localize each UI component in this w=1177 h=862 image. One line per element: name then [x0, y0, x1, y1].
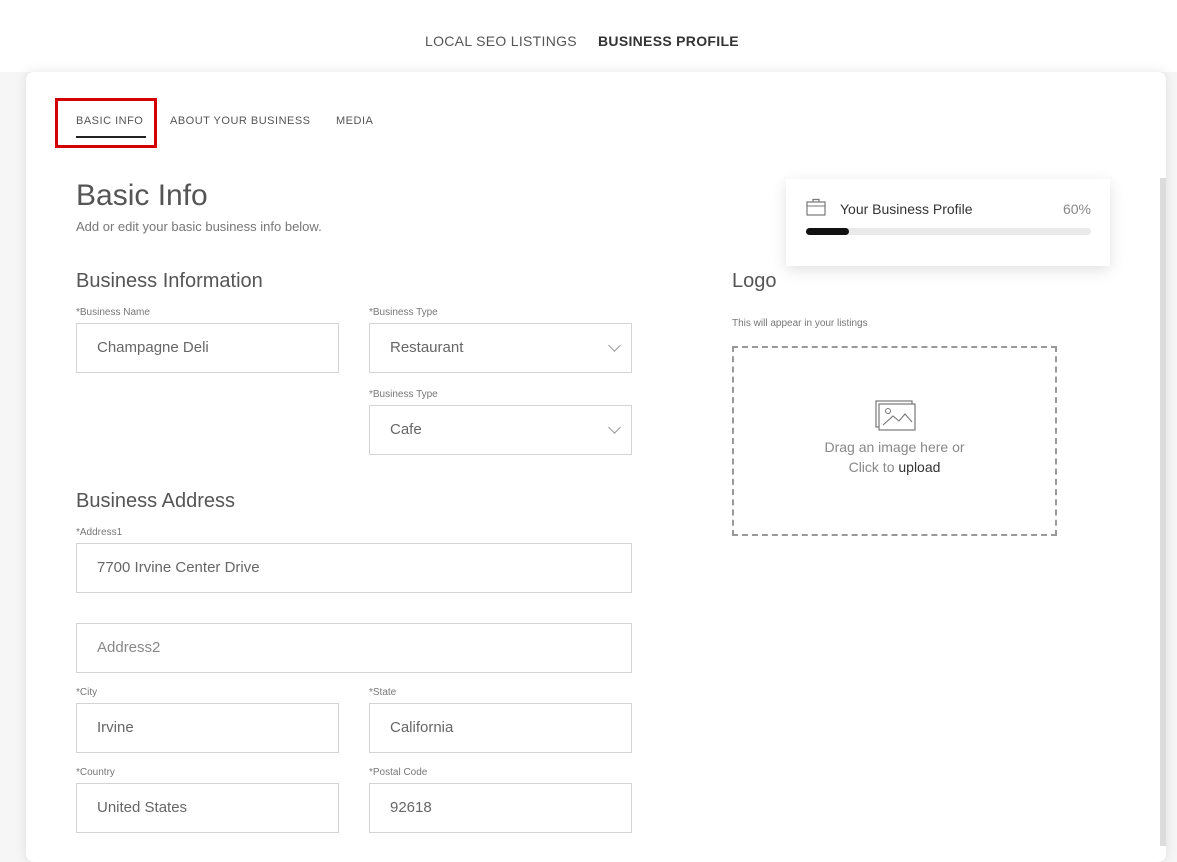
postal-code-label: *Postal Code: [369, 767, 428, 778]
chevron-down-icon: [608, 421, 621, 434]
business-information-heading: Business Information: [76, 270, 263, 292]
business-name-field[interactable]: Champagne Deli: [76, 323, 339, 373]
state-label: *State: [369, 687, 397, 698]
postal-code-field[interactable]: 92618: [369, 783, 632, 833]
business-type-2-select[interactable]: Cafe: [369, 405, 632, 455]
profile-progress-track: [806, 228, 1091, 235]
country-label: *Country: [76, 767, 115, 778]
country-field[interactable]: United States: [76, 783, 339, 833]
page-subtitle: Add or edit your basic business info bel…: [76, 219, 322, 234]
city-field[interactable]: Irvine: [76, 703, 339, 753]
chevron-down-icon: [608, 339, 621, 352]
logo-subtitle: This will appear in your listings: [732, 318, 868, 329]
top-navigation: LOCAL SEO LISTINGS BUSINESS PROFILE: [0, 0, 1177, 72]
business-type-label: *Business Type: [369, 307, 438, 318]
profile-progress-fill: [806, 228, 849, 235]
profile-progress-title: Your Business Profile: [840, 201, 973, 217]
dropzone-click-line: Click to upload: [734, 459, 1055, 475]
state-field[interactable]: California: [369, 703, 632, 753]
profile-progress-card[interactable]: Your Business Profile 60%: [786, 179, 1110, 266]
highlight-annotation-box: [55, 98, 157, 148]
scrollbar[interactable]: [1160, 178, 1166, 846]
business-type-2-value: Cafe: [390, 421, 422, 438]
tab-media[interactable]: MEDIA: [336, 115, 373, 127]
profile-progress-percent: 60%: [1062, 201, 1091, 217]
logo-heading: Logo: [732, 270, 777, 292]
business-type-select[interactable]: Restaurant: [369, 323, 632, 373]
logo-upload-dropzone[interactable]: Drag an image here or Click to upload: [732, 346, 1057, 536]
business-name-label: *Business Name: [76, 307, 150, 318]
business-type-2-label: *Business Type: [369, 389, 438, 400]
briefcase-icon: [806, 198, 826, 216]
upload-link[interactable]: upload: [898, 459, 940, 475]
business-type-value: Restaurant: [390, 339, 464, 356]
image-icon: [875, 400, 916, 431]
tab-about-your-business[interactable]: ABOUT YOUR BUSINESS: [170, 115, 311, 127]
business-address-heading: Business Address: [76, 490, 235, 512]
nav-business-profile[interactable]: BUSINESS PROFILE: [598, 33, 739, 49]
address1-field[interactable]: 7700 Irvine Center Drive: [76, 543, 632, 593]
page-title: Basic Info: [76, 179, 208, 212]
dropzone-drag-text: Drag an image here or: [824, 439, 965, 455]
address1-label: *Address1: [76, 527, 123, 538]
dropzone-click-text: Click to: [848, 459, 895, 475]
city-label: *City: [76, 687, 98, 698]
nav-local-seo-listings[interactable]: LOCAL SEO LISTINGS: [425, 33, 577, 49]
address2-field[interactable]: Address2: [76, 623, 632, 673]
